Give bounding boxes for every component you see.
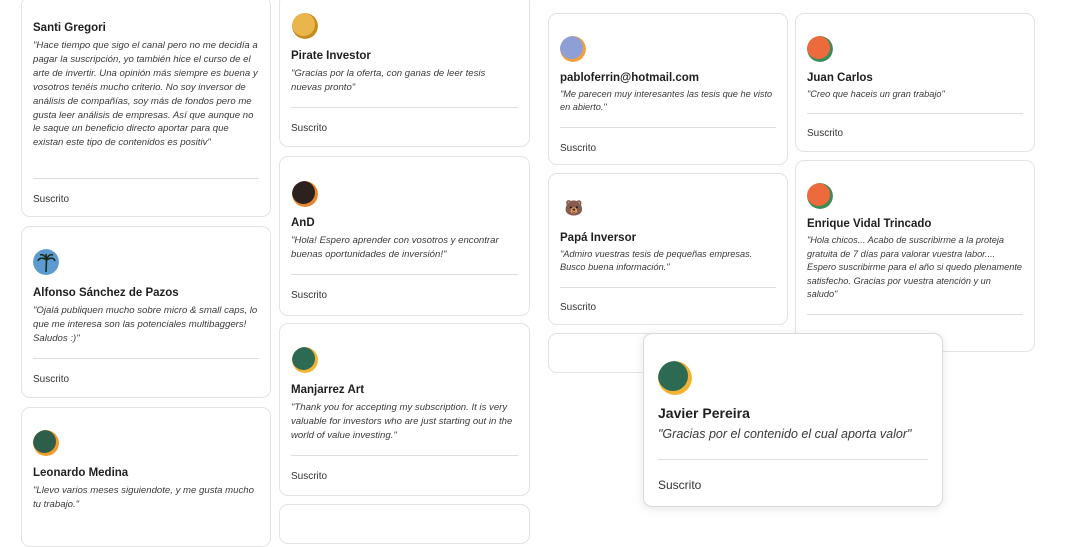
testimonial-card-javier-featured: Javier Pereira "Gracias por el contenido… — [643, 333, 943, 507]
divider — [33, 178, 259, 179]
avatar-icon — [807, 36, 833, 62]
subscriber-name: Javier Pereira — [658, 405, 750, 421]
testimonial-quote: "Hola! Espero aprender con vosotros y en… — [291, 235, 499, 260]
testimonial-card-enrique: Enrique Vidal Trincado "Hola chicos... A… — [795, 160, 1035, 352]
testimonial-quote: "Gracias por la oferta, con ganas de lee… — [291, 68, 486, 93]
subscription-status: Suscrito — [291, 123, 328, 134]
emoji-avatar-icon: 🐻 — [564, 200, 584, 217]
subscription-status: Suscrito — [807, 128, 844, 139]
divider — [807, 314, 1023, 315]
testimonial-card-juan: Juan Carlos "Creo que haceis un gran tra… — [795, 13, 1035, 152]
avatar-icon — [807, 183, 833, 209]
testimonial-card-pirate: Pirate Investor "Gracias por la oferta, … — [279, 0, 530, 147]
testimonial-quote: "Hace tiempo que sigo el canal pero no m… — [33, 40, 258, 149]
avatar-icon — [658, 361, 692, 395]
subscriber-name: Manjarrez Art — [291, 384, 365, 396]
subscriber-name: Pirate Investor — [291, 50, 371, 62]
testimonial-card-and: AnD "Hola! Espero aprender con vosotros … — [279, 156, 530, 316]
subscriber-email: pabloferrin@hotmail.com — [560, 72, 700, 84]
subscription-status: Suscrito — [291, 290, 328, 301]
testimonial-card-leonardo: Leonardo Medina "Llevo varios meses sigu… — [21, 407, 271, 547]
subscription-status: Suscrito — [291, 471, 328, 482]
testimonial-quote: "Hola chicos... Acabo de suscribirme a l… — [807, 235, 1023, 299]
avatar-icon — [560, 36, 586, 62]
coin-avatar-icon — [292, 13, 318, 39]
divider — [560, 287, 776, 288]
divider — [291, 455, 518, 456]
avatar-icon — [33, 430, 59, 456]
divider — [807, 113, 1023, 114]
subscription-status: Suscrito — [560, 143, 597, 154]
subscription-status: Suscrito — [33, 374, 70, 385]
subscriber-name: Leonardo Medina — [33, 467, 129, 479]
subscriber-name: Juan Carlos — [807, 72, 873, 84]
divider — [560, 127, 776, 128]
testimonial-card-alfonso: Alfonso Sánchez de Pazos "Ojalá publique… — [21, 226, 271, 398]
subscription-status: Suscrito — [33, 194, 70, 205]
testimonial-card-papa: 🐻 Papá Inversor "Admiro vuestras tesis d… — [548, 173, 788, 325]
testimonial-quote: "Creo que haceis un gran trabajo" — [807, 89, 945, 99]
divider — [658, 459, 928, 460]
testimonial-quote: "Thank you for accepting my subscription… — [291, 402, 513, 441]
testimonial-card-partial — [279, 504, 530, 544]
avatar-icon — [292, 347, 318, 373]
subscription-status: Suscrito — [560, 302, 597, 313]
divider — [33, 358, 259, 359]
subscription-status: Suscrito — [658, 478, 702, 492]
testimonial-quote: "Admiro vuestras tesis de pequeñas empre… — [560, 249, 753, 272]
testimonial-card-manjarrez: Manjarrez Art "Thank you for accepting m… — [279, 323, 530, 496]
subscriber-name: Papá Inversor — [560, 232, 637, 244]
testimonial-quote: "Me parecen muy interesantes las tesis q… — [560, 89, 773, 112]
subscriber-name: Santi Gregori — [33, 22, 106, 34]
avatar-icon — [292, 181, 318, 207]
testimonial-quote: "Ojalá publiquen mucho sobre micro & sma… — [33, 305, 258, 344]
testimonial-quote: "Gracias por el contenido el cual aporta… — [658, 427, 912, 441]
testimonial-card-santi: Santi Gregori "Hace tiempo que sigo el c… — [21, 0, 271, 217]
testimonial-card-pablo: pabloferrin@hotmail.com "Me parecen muy … — [548, 13, 788, 165]
divider — [291, 274, 518, 275]
palm-tree-avatar-icon — [33, 249, 59, 275]
divider — [291, 107, 518, 108]
testimonial-quote: "Llevo varios meses siguiendote, y me gu… — [33, 485, 254, 510]
subscriber-name: Alfonso Sánchez de Pazos — [33, 287, 179, 299]
subscriber-name: Enrique Vidal Trincado — [807, 218, 932, 230]
subscriber-name: AnD — [291, 217, 315, 229]
